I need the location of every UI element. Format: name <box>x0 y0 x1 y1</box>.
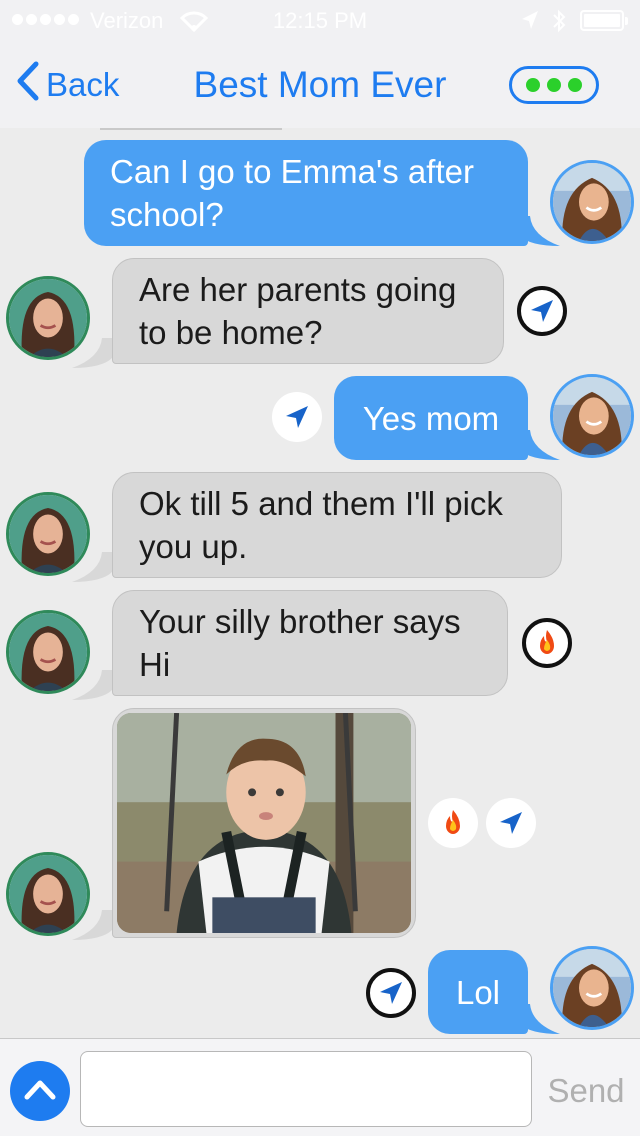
fire-icon[interactable] <box>522 618 572 668</box>
dot-icon <box>526 78 540 92</box>
bubble-tail <box>72 910 112 940</box>
bluetooth-icon <box>552 9 566 39</box>
message-text-line: you up. <box>139 528 248 565</box>
bubble-tail <box>72 670 112 700</box>
message-text-line: Lol <box>455 973 501 1011</box>
my-avatar[interactable] <box>550 160 634 244</box>
composer-bar: Send <box>0 1038 640 1136</box>
status-bar: Verizon 12:15 PM <box>0 0 640 40</box>
send-button[interactable]: Send <box>540 1069 632 1113</box>
message-input[interactable] <box>80 1051 532 1127</box>
message-text-line: Are her parents going <box>139 271 457 308</box>
more-options-button[interactable] <box>509 66 599 104</box>
incoming-message-bubble[interactable]: Ok till 5 and them I'll pick you up. <box>112 472 562 578</box>
incoming-message-bubble[interactable]: Your silly brother says Hi <box>112 590 508 696</box>
outgoing-message-bubble[interactable]: Lol <box>428 950 528 1034</box>
outgoing-message-bubble[interactable]: Can I go to Emma's after school? <box>84 140 528 246</box>
dot-icon <box>547 78 561 92</box>
location-arrow-icon[interactable] <box>486 798 536 848</box>
message-text-line: Yes mom <box>362 399 500 437</box>
bubble-tail <box>72 338 112 368</box>
dot-icon <box>568 78 582 92</box>
message-thread[interactable]: Can I go to Emma's after school? Are her… <box>0 128 640 1038</box>
fire-icon[interactable] <box>428 798 478 848</box>
message-text-line: Can I go to Emma's after <box>110 153 474 190</box>
message-text-line: Ok till 5 and them I'll pick <box>139 485 503 522</box>
incoming-photo-message[interactable] <box>112 708 416 938</box>
chevron-up-icon <box>23 1077 57 1106</box>
baby-photo[interactable] <box>117 713 411 933</box>
status-time: 12:15 PM <box>272 8 368 33</box>
location-arrow-icon[interactable] <box>517 286 567 336</box>
location-arrow-icon[interactable] <box>272 392 322 442</box>
scroll-divider <box>100 128 282 130</box>
incoming-message-bubble[interactable]: Are her parents going to be home? <box>112 258 504 364</box>
message-text-line: Hi <box>139 646 171 683</box>
message-text-line: to be home? <box>139 314 323 351</box>
bubble-tail <box>520 1004 560 1034</box>
expand-options-button[interactable] <box>10 1061 70 1121</box>
messenger-screen: Verizon 12:15 PM Back Best Mom Ever Can … <box>0 0 640 1136</box>
outgoing-message-bubble[interactable]: Yes mom <box>334 376 528 460</box>
my-avatar[interactable] <box>550 946 634 1030</box>
bubble-tail <box>72 552 112 582</box>
message-text-line: school? <box>110 196 224 233</box>
top-bar: Verizon 12:15 PM Back Best Mom Ever <box>0 0 640 128</box>
message-text-line: Your silly brother says <box>139 603 461 640</box>
location-arrow-icon[interactable] <box>366 968 416 1018</box>
battery-icon <box>580 10 628 31</box>
my-avatar[interactable] <box>550 374 634 458</box>
location-services-icon <box>520 9 540 37</box>
